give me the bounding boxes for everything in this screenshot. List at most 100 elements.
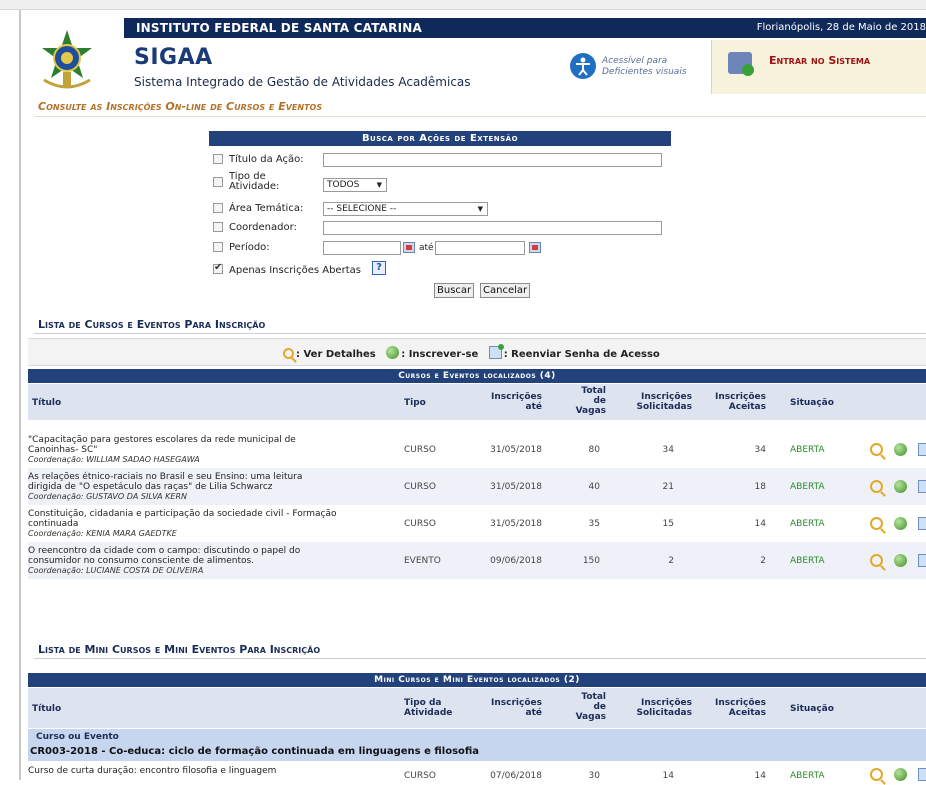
col-solicitadas-1: Inscrições bbox=[641, 698, 692, 708]
mini-table-title: Mini Cursos e Mini Eventos localizados (… bbox=[28, 673, 926, 687]
accessibility-line-1: Acessível para bbox=[602, 56, 668, 66]
institution-bar: INSTITUTO FEDERAL DE SANTA CATARINA Flor… bbox=[124, 18, 926, 38]
legend-reenviar: : Reenviar Senha de Acesso bbox=[503, 349, 660, 360]
periodo-end-input[interactable] bbox=[435, 241, 525, 255]
chevron-down-icon: ▼ bbox=[376, 181, 382, 189]
filter-coordenador: Coordenador: bbox=[209, 221, 671, 239]
row-title-line-2: Canoinhas- SC" bbox=[28, 445, 98, 455]
resend-mail-icon[interactable] bbox=[918, 554, 926, 567]
area-checkbox[interactable] bbox=[213, 203, 223, 213]
row-vagas: 40 bbox=[588, 482, 600, 492]
row-title: "Capacitação para gestores escolares da … bbox=[28, 435, 393, 465]
filter-titulo: Título da Ação: bbox=[209, 153, 671, 171]
titulo-checkbox[interactable] bbox=[213, 154, 223, 164]
coordenador-checkbox[interactable] bbox=[213, 222, 223, 232]
row-title: As relações étnico-raciais no Brasil e s… bbox=[28, 472, 393, 502]
row-title-line-2: dirigida de "O espetáculo das raças" de … bbox=[28, 482, 273, 492]
icon-legend: : Ver Detalhes : Inscrever-se : Reenviar… bbox=[28, 338, 926, 366]
col-solicitadas: Inscrições Solicitadas bbox=[618, 698, 692, 718]
row-solicitadas: 2 bbox=[668, 556, 674, 566]
row-situacao: ABERTA bbox=[790, 519, 825, 529]
periodo-checkbox[interactable] bbox=[213, 242, 223, 252]
magnifier-icon[interactable] bbox=[870, 480, 883, 493]
filter-tipo: Tipo de Atividade: TODOS ▼ bbox=[209, 172, 671, 197]
mini-divider bbox=[34, 658, 926, 659]
col-situacao: Situação bbox=[790, 398, 834, 408]
row-title-line-1: As relações étnico-raciais no Brasil e s… bbox=[28, 472, 303, 482]
resend-mail-icon[interactable] bbox=[918, 480, 926, 493]
title-divider bbox=[34, 116, 926, 117]
green-arrow-icon[interactable] bbox=[894, 480, 907, 493]
titulo-input[interactable] bbox=[323, 153, 662, 167]
icon-legend-items: : Ver Detalhes : Inscrever-se : Reenviar… bbox=[283, 344, 660, 360]
row-coordenacao: Coordenação: KENIA MARA GAEDTKE bbox=[28, 529, 177, 538]
resend-mail-icon[interactable] bbox=[918, 443, 926, 456]
col-vagas-2: de bbox=[593, 396, 606, 406]
buscar-button[interactable]: Buscar bbox=[434, 283, 475, 298]
accessibility-link[interactable]: Acessível para Deficientes visuais bbox=[602, 56, 687, 78]
legend-inscrever: : Inscrever-se bbox=[401, 349, 479, 360]
legend-detalhes: : Ver Detalhes bbox=[296, 349, 376, 360]
row-tipo: CURSO bbox=[404, 482, 436, 492]
col-situacao: Situação bbox=[790, 704, 834, 714]
green-arrow-icon[interactable] bbox=[894, 517, 907, 530]
coordenador-input[interactable] bbox=[323, 221, 662, 235]
mini-table-header: Título Tipo da Atividade Inscrições até … bbox=[28, 688, 926, 728]
help-icon[interactable]: ? bbox=[372, 261, 386, 275]
group-name: CR003-2018 - Co-educa: ciclo de formação… bbox=[30, 746, 480, 757]
accessibility-icon[interactable] bbox=[570, 53, 596, 79]
green-arrow-icon[interactable] bbox=[894, 443, 907, 456]
col-vagas-3: Vagas bbox=[575, 406, 606, 416]
row-title-line-1: Constituição, cidadania e participação d… bbox=[28, 509, 337, 519]
calendar-icon[interactable] bbox=[403, 242, 415, 253]
magnifier-icon[interactable] bbox=[870, 768, 883, 781]
col-solicitadas: Inscrições Solicitadas bbox=[618, 392, 692, 412]
row-title-line-2: continuada bbox=[28, 519, 79, 529]
area-select[interactable]: -- SELECIONE -- ▼ bbox=[323, 202, 488, 216]
tipo-select[interactable]: TODOS ▼ bbox=[323, 178, 387, 192]
row-ate: 09/06/2018 bbox=[490, 556, 542, 566]
resend-mail-icon[interactable] bbox=[918, 517, 926, 530]
coat-of-arms-icon bbox=[42, 30, 92, 89]
row-title-line-2: consumidor no consumo consciente de alim… bbox=[28, 556, 255, 566]
row-title-line-1: "Capacitação para gestores escolares da … bbox=[28, 435, 296, 445]
resend-mail-icon[interactable] bbox=[918, 768, 926, 781]
tipo-checkbox[interactable] bbox=[213, 177, 223, 187]
magnifier-icon bbox=[283, 348, 294, 359]
login-box[interactable]: Entrar no Sistema bbox=[711, 40, 926, 94]
row-ate: 31/05/2018 bbox=[490, 519, 542, 529]
calendar-icon[interactable] bbox=[529, 242, 541, 253]
row-tipo: EVENTO bbox=[404, 556, 441, 566]
row-ate: 31/05/2018 bbox=[490, 482, 542, 492]
col-titulo: Título bbox=[32, 704, 62, 714]
login-button[interactable]: Entrar no Sistema bbox=[769, 54, 870, 67]
cursos-table-header: Título Tipo Inscrições até Total de Vaga… bbox=[28, 384, 926, 420]
row-aceitas: 34 bbox=[754, 445, 766, 455]
magnifier-icon[interactable] bbox=[870, 517, 883, 530]
col-insc-ate-1: Inscrições bbox=[491, 392, 542, 402]
col-titulo: Título bbox=[32, 398, 62, 408]
magnifier-icon[interactable] bbox=[870, 443, 883, 456]
periodo-start-input[interactable] bbox=[323, 241, 401, 255]
magnifier-icon[interactable] bbox=[870, 554, 883, 567]
area-select-value: -- SELECIONE -- bbox=[327, 204, 397, 214]
coordenador-label: Coordenador: bbox=[229, 222, 297, 233]
search-form: Busca por Ações de Extensão Título da Aç… bbox=[209, 131, 671, 303]
page-title: Consulte as Inscrições On-line de Cursos… bbox=[38, 100, 323, 113]
green-arrow-icon[interactable] bbox=[894, 554, 907, 567]
row-aceitas: 18 bbox=[754, 482, 766, 492]
abertas-checkbox[interactable] bbox=[213, 262, 223, 274]
green-arrow-icon bbox=[386, 346, 400, 359]
green-arrow-icon[interactable] bbox=[894, 768, 907, 781]
cancelar-button[interactable]: Cancelar bbox=[480, 283, 531, 298]
col-tipo: Tipo bbox=[404, 398, 426, 408]
table-row: "Capacitação para gestores escolares da … bbox=[28, 431, 926, 468]
col-aceitas-1: Inscrições bbox=[715, 698, 766, 708]
filter-area: Área Temática: -- SELECIONE -- ▼ bbox=[209, 202, 671, 220]
cursos-table-title: Cursos e Eventos localizados (4) bbox=[28, 369, 926, 383]
col-insc-ate: Inscrições até bbox=[478, 698, 542, 718]
row-situacao: ABERTA bbox=[790, 482, 825, 492]
table-row: O reencontro da cidade com o campo: disc… bbox=[28, 542, 926, 579]
chevron-down-icon: ▼ bbox=[477, 205, 483, 213]
col-solicitadas-2: Solicitadas bbox=[636, 708, 692, 718]
